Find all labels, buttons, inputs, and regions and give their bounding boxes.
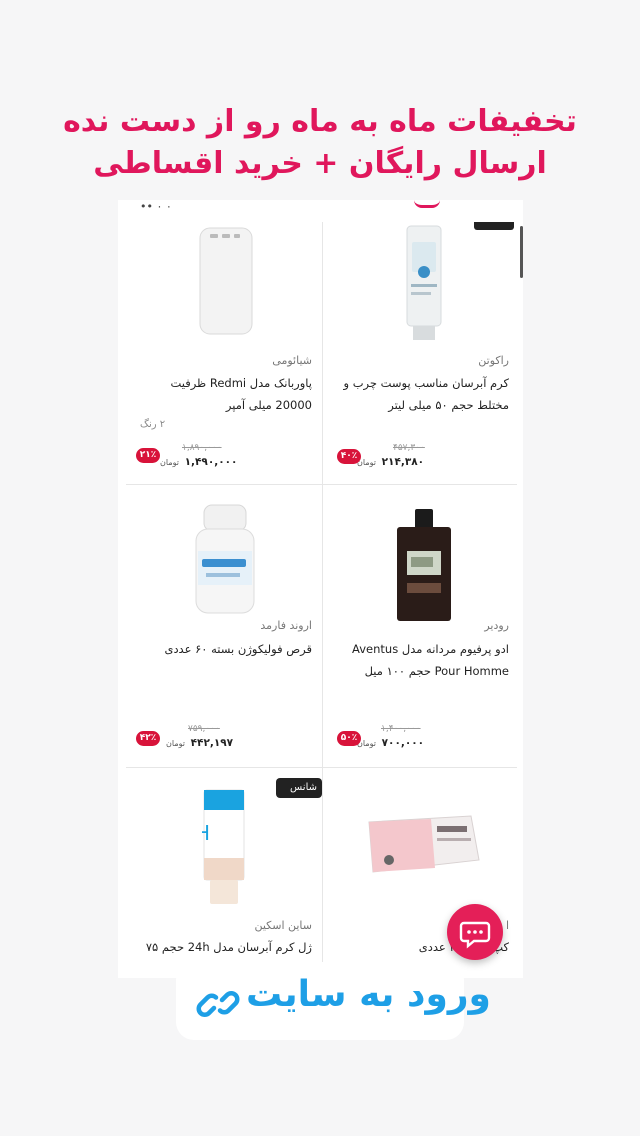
product-old-price: ۷۵۹,۰۰۰ bbox=[188, 724, 220, 734]
logo-icon[interactable] bbox=[414, 200, 440, 208]
color-count: ۲ رنگ bbox=[140, 419, 166, 430]
product-brand: ا bbox=[505, 919, 509, 932]
product-image bbox=[406, 225, 442, 340]
product-brand: اروند فارمد bbox=[260, 619, 312, 632]
header-strip: •• ٠ ٠ bbox=[118, 200, 523, 222]
product-price: ۱,۴۹۰,۰۰۰ تومان bbox=[160, 456, 238, 468]
scrollbar[interactable] bbox=[520, 226, 523, 278]
product-image bbox=[199, 227, 253, 335]
product-brand: راکوتن bbox=[478, 354, 509, 367]
login-label[interactable]: ورود به سایت bbox=[246, 974, 491, 1015]
product-price: ۴۴۲,۱۹۷ تومان bbox=[166, 737, 234, 749]
discount-badge: ۴۰٪ bbox=[337, 449, 361, 464]
product-brand: شیائومی bbox=[272, 354, 312, 367]
product-card[interactable]: شانس ⚙ H ساین اسکین ژل کرم آبرسان مدل 24… bbox=[126, 768, 322, 978]
currency-label: تومان bbox=[166, 739, 185, 748]
chat-bubble-icon[interactable] bbox=[447, 904, 503, 960]
discount-badge: ۲۱٪ bbox=[136, 448, 160, 463]
product-old-price: ۴۵۷,۳۰۰ bbox=[393, 443, 425, 453]
product-title[interactable]: ژل کرم آبرسان مدل 24h حجم ۷۵ bbox=[134, 936, 312, 958]
product-card[interactable]: رودیر ادو پرفیوم مردانه مدل Aventus Pour… bbox=[323, 485, 519, 767]
product-card[interactable]: اروند فارمد قرص فولیکوژن بسته ۶۰ عددی ۷۵… bbox=[126, 485, 322, 767]
product-price: ۷۰۰,۰۰۰ تومان bbox=[357, 737, 425, 749]
product-brand: رودیر bbox=[484, 619, 509, 632]
chance-badge: شانس ⚙ bbox=[276, 778, 322, 813]
headline-line-2: ارسال رایگان + خرید اقساطی bbox=[93, 146, 547, 181]
link-icon bbox=[196, 991, 240, 1017]
product-title[interactable]: کرم آبرسان مناسب پوست چرب و مختلط حجم ۵۰… bbox=[331, 372, 509, 416]
discount-badge: ۴۲٪ bbox=[136, 731, 160, 746]
product-image bbox=[368, 815, 480, 873]
discount-badge: ۵۰٪ bbox=[337, 731, 361, 746]
product-old-price: ۱,۸۹۰,۰۰۰ bbox=[182, 443, 222, 453]
product-title[interactable]: قرص فولیکوژن بسته ۶۰ عددی bbox=[134, 638, 312, 660]
svg-text:H: H bbox=[202, 821, 210, 845]
product-price: ۲۱۴,۳۸۰ تومان bbox=[357, 456, 425, 468]
product-image bbox=[195, 504, 255, 614]
header-icons[interactable]: •• ٠ ٠ bbox=[140, 200, 172, 213]
product-title[interactable]: ادو پرفیوم مردانه مدل Aventus Pour Homme… bbox=[331, 638, 509, 682]
chat-icon bbox=[459, 921, 491, 949]
product-card[interactable]: شیائومی پاوربانک مدل Redmi ظرفیت 20000 م… bbox=[126, 222, 322, 484]
product-grid-screenshot: •• ٠ ٠ راکوتن کرم آبرسان مناسب پوست چرب … bbox=[118, 200, 523, 978]
product-image: H bbox=[202, 789, 245, 904]
product-title[interactable]: پاوربانک مدل Redmi ظرفیت 20000 میلی آمپر bbox=[134, 372, 312, 416]
product-brand: ساین اسکین bbox=[254, 919, 312, 932]
product-image bbox=[397, 509, 451, 621]
product-card[interactable]: راکوتن کرم آبرسان مناسب پوست چرب و مختلط… bbox=[323, 222, 519, 484]
headline-line-1: تخفیفات ماه به ماه رو از دست نده bbox=[63, 104, 577, 139]
product-old-price: ۱,۴۰۰,۰۰۰ bbox=[381, 724, 421, 734]
currency-label: تومان bbox=[160, 458, 179, 467]
